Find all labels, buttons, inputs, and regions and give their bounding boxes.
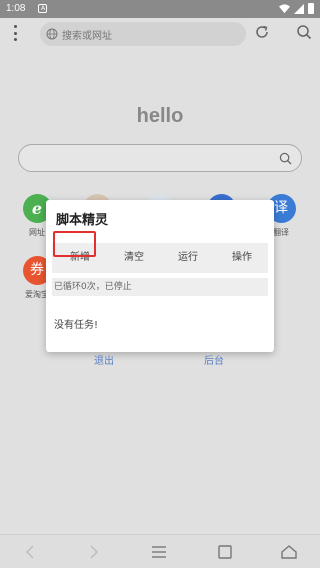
home-search-box[interactable] [18,144,302,172]
highlight-box [53,231,96,257]
dialog-title: 脚本精灵 [56,213,109,228]
globe-icon [46,28,58,40]
notification-icon: A [38,4,47,13]
back-icon[interactable] [22,543,40,561]
operate-button[interactable]: 操作 [222,243,262,273]
browser-toolbar: 搜索或网址 [0,18,320,48]
bottom-navigation [0,534,320,568]
forward-icon[interactable] [84,543,102,561]
menu-dots-icon[interactable] [11,25,19,41]
url-bar[interactable]: 搜索或网址 [40,22,246,46]
refresh-icon[interactable] [254,24,270,40]
url-placeholder: 搜索或网址 [62,31,112,42]
menu-icon[interactable] [150,543,168,561]
empty-message: 没有任务! [54,320,99,331]
loop-status: 已循环0次，已停止 [52,278,268,296]
background-button[interactable]: 后台 [204,352,224,367]
home-logo: hello [136,105,184,127]
run-button[interactable]: 运行 [168,243,208,273]
status-bar: 1:08 A [0,0,320,18]
exit-button[interactable]: 退出 [94,352,114,367]
search-icon[interactable] [296,24,312,40]
clear-button[interactable]: 清空 [114,243,154,273]
battery-icon [308,3,314,14]
signal-icon [294,3,304,14]
script-dialog: 脚本精灵 新增 清空 运行 操作 已循环0次，已停止 没有任务! 退出 后台 [46,200,274,367]
wifi-icon [279,4,290,14]
home-icon[interactable] [280,543,298,561]
search-icon [279,152,292,165]
status-time: 1:08 [6,3,26,14]
tabs-icon[interactable] [216,543,234,561]
